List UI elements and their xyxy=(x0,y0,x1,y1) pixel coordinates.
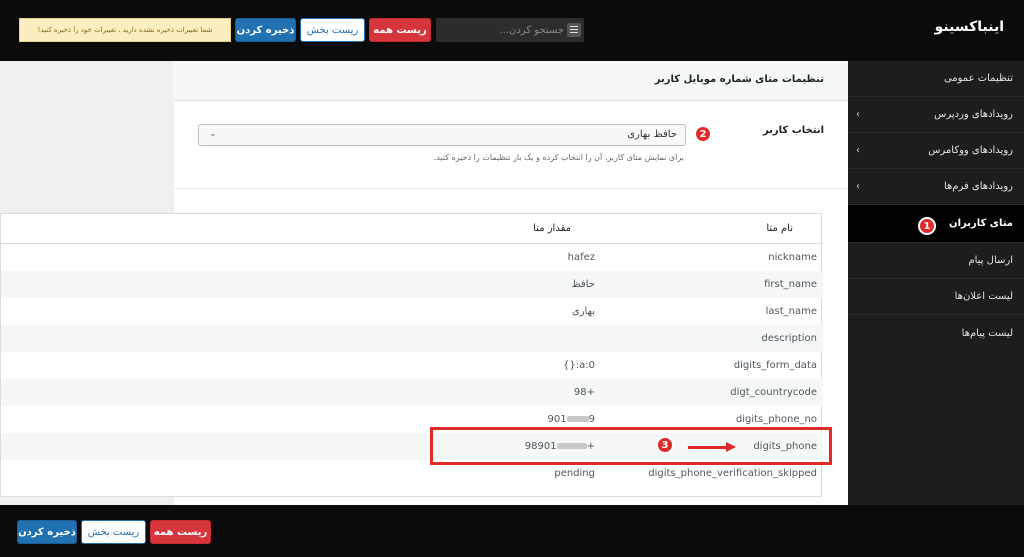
sidebar-item-notifications-list[interactable]: لیست اعلان‌ها xyxy=(848,279,1024,315)
annotation-highlight-box xyxy=(430,427,832,465)
sidebar-item-label: لیست اعلان‌ها xyxy=(954,291,1013,302)
blurred-digits xyxy=(566,416,589,422)
sidebar-item-user-meta[interactable]: متای کاربران xyxy=(843,205,1024,243)
divider xyxy=(174,188,848,189)
column-header-name: نام متا xyxy=(766,223,793,234)
meta-value: hafez xyxy=(567,252,595,263)
sidebar: تنظیمات عمومی ‹ رویدادهای وردپرس ‹ رویداده… xyxy=(843,61,1024,505)
value-prefix: 901 xyxy=(547,414,567,425)
footer-bar: ریست همه ریست بخش ذخیره کردن xyxy=(0,505,1024,557)
meta-name: description xyxy=(761,333,817,344)
user-select-value: حافظ بهاری xyxy=(627,129,677,140)
user-select-label: انتخاب کاربر xyxy=(762,125,824,136)
annotation-badge-3: 3 xyxy=(656,436,674,454)
page-title: تنظیمات متای شماره موبایل کاربر xyxy=(654,74,824,85)
sidebar-item-woocommerce-events[interactable]: ‹ رویدادهای ووکامرس xyxy=(848,133,1024,169)
arrow-right-icon xyxy=(726,442,736,452)
sidebar-item-label: لیست پیام‌ها xyxy=(961,327,1013,339)
meta-name: digt_countrycode xyxy=(730,387,817,398)
table-row: digits_form_data {}:a:0 xyxy=(1,352,823,379)
sidebar-item-label: ارسال پیام xyxy=(968,255,1013,266)
save-button[interactable]: ذخیره کردن xyxy=(235,18,296,42)
menu-toggle-icon[interactable] xyxy=(567,23,581,37)
top-bar: اینباکسینو ریست همه ریست بخش ذخیره کردن … xyxy=(0,0,1024,61)
sidebar-item-messages-list[interactable]: لیست پیام‌ها xyxy=(848,315,1024,351)
brand-title: اینباکسینو xyxy=(934,19,1004,35)
sidebar-item-wordpress-events[interactable]: ‹ رویدادهای وردپرس xyxy=(848,97,1024,133)
meta-name: first_name xyxy=(764,279,817,290)
search-box xyxy=(436,18,584,42)
column-header-value: مقدار متا xyxy=(533,223,571,234)
reset-all-button[interactable]: ریست همه xyxy=(369,18,431,42)
table-header: نام متا مقدار متا xyxy=(1,214,823,244)
sidebar-item-send-message[interactable]: ارسال پیام xyxy=(848,243,1024,279)
footer-save-button[interactable]: ذخیره کردن xyxy=(17,520,77,544)
meta-value: حافظ xyxy=(571,279,595,290)
annotation-arrow xyxy=(688,446,728,449)
reset-section-button[interactable]: ریست بخش xyxy=(300,18,365,42)
meta-value: 901 9 xyxy=(548,414,595,425)
chevron-down-icon: ⌄ xyxy=(209,129,217,139)
meta-name: digits_phone_verification_skipped xyxy=(648,468,817,479)
sidebar-item-label: رویدادهای ووکامرس xyxy=(928,145,1013,156)
sidebar-item-label: رویدادهای وردپرس xyxy=(934,109,1013,120)
chevron-left-icon: ‹ xyxy=(856,145,860,156)
sidebar-item-label: رویدادهای فرم‌ها xyxy=(943,181,1013,192)
table-row: nickname hafez xyxy=(1,244,823,271)
annotation-badge-1: 1 xyxy=(918,217,936,235)
chevron-left-icon: ‹ xyxy=(856,109,860,120)
footer-reset-section-button[interactable]: ریست بخش xyxy=(81,520,146,544)
footer-reset-all-button[interactable]: ریست همه xyxy=(150,520,211,544)
meta-value: {}:a:0 xyxy=(563,360,595,371)
meta-value: بهاری xyxy=(571,306,595,317)
table-row: first_name حافظ xyxy=(1,271,823,298)
panel-header: تنظیمات متای شماره موبایل کاربر xyxy=(174,61,848,101)
value-suffix: 9 xyxy=(588,414,595,425)
sidebar-item-general-settings[interactable]: تنظیمات عمومی xyxy=(848,61,1024,97)
meta-name: digits_phone_no xyxy=(735,414,817,425)
table-row: digt_countrycode 98+ xyxy=(1,379,823,406)
table-row: last_name بهاری xyxy=(1,298,823,325)
sidebar-item-label: متای کاربران xyxy=(949,218,1013,229)
meta-name: nickname xyxy=(768,252,817,263)
sidebar-item-label: تنظیمات عمومی xyxy=(943,73,1013,84)
unsaved-notice: شما تغییرات ذخیره نشده دارید ، تغییرات خ… xyxy=(19,18,231,42)
user-select-description: برای نمایش متای کاربر، آن را انتخاب کرده… xyxy=(433,153,684,162)
meta-value: 98+ xyxy=(573,387,595,398)
user-select[interactable]: حافظ بهاری ⌄ xyxy=(198,124,686,146)
meta-value: pending xyxy=(554,468,595,479)
annotation-badge-2: 2 xyxy=(694,125,712,143)
table-row: description xyxy=(1,325,823,352)
meta-name: digits_form_data xyxy=(733,360,817,371)
sidebar-item-form-events[interactable]: ‹ رویدادهای فرم‌ها xyxy=(848,169,1024,205)
meta-name: last_name xyxy=(765,306,817,317)
search-input[interactable] xyxy=(442,18,564,42)
chevron-left-icon: ‹ xyxy=(856,181,860,192)
